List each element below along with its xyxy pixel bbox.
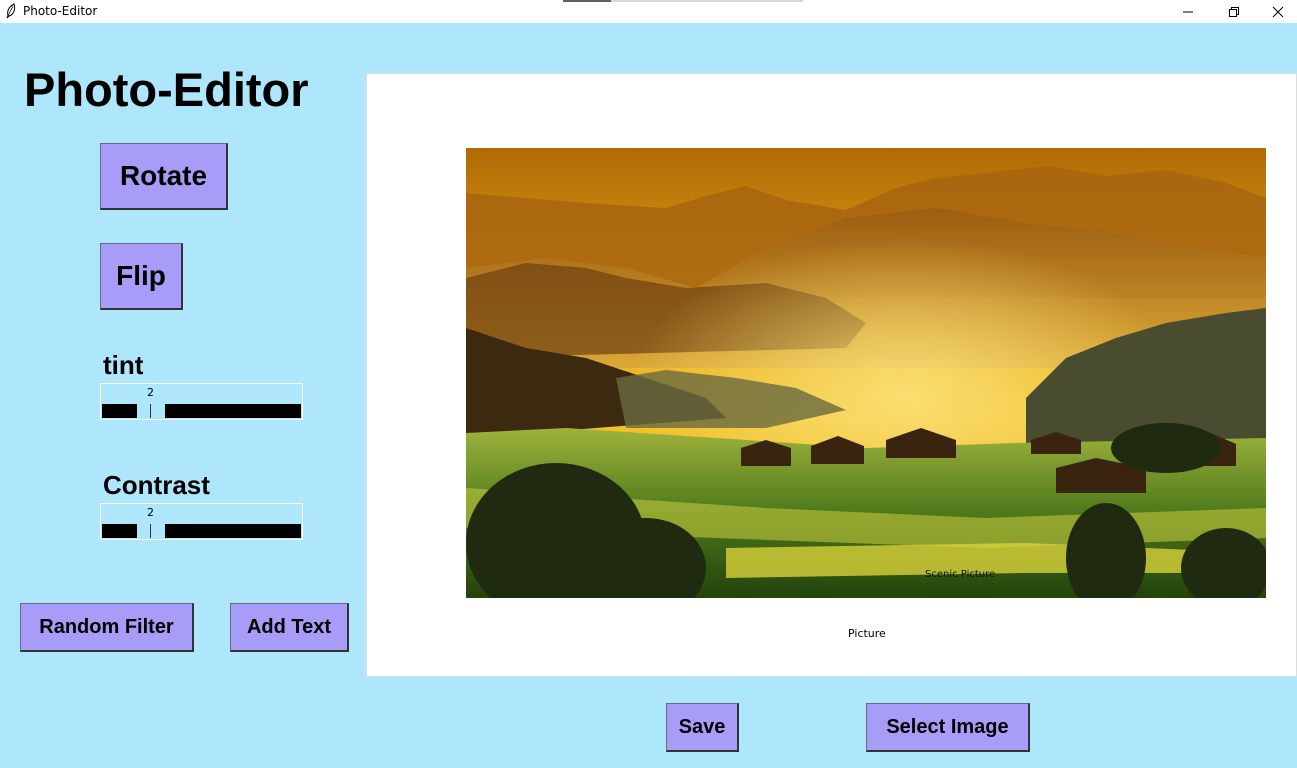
close-button[interactable]: [1255, 0, 1297, 23]
contrast-slider-trough[interactable]: [102, 524, 301, 538]
flip-button[interactable]: Flip: [100, 243, 183, 310]
select-image-button[interactable]: Select Image: [866, 703, 1030, 752]
save-button[interactable]: Save: [666, 703, 739, 752]
tint-slider-handle[interactable]: [137, 404, 165, 418]
contrast-slider[interactable]: 2: [100, 503, 303, 540]
rotate-button[interactable]: Rotate: [100, 143, 228, 210]
feather-icon: [6, 3, 16, 19]
close-icon: [1272, 6, 1284, 17]
image-caption: Scenic Picture: [925, 569, 996, 580]
restore-button[interactable]: [1211, 0, 1257, 23]
contrast-label: Contrast: [103, 470, 210, 500]
restore-icon: [1229, 6, 1239, 17]
canvas-caption: Picture: [848, 627, 886, 640]
window-titlebar: Photo-Editor: [0, 0, 1297, 23]
app-title: Photo-Editor: [24, 63, 309, 116]
tint-slider[interactable]: 2: [100, 383, 303, 420]
window-title: Photo-Editor: [23, 4, 98, 18]
random-filter-button[interactable]: Random Filter: [20, 603, 194, 652]
add-text-button[interactable]: Add Text: [230, 603, 349, 652]
tint-slider-value: 2: [147, 386, 154, 399]
tint-label: tint: [103, 350, 144, 380]
image-canvas[interactable]: Scenic Picture Picture: [366, 73, 1297, 677]
tint-slider-trough[interactable]: [102, 404, 301, 418]
load-progress: [563, 0, 803, 2]
contrast-slider-value: 2: [147, 506, 154, 519]
minimize-icon: [1183, 11, 1193, 12]
contrast-slider-handle[interactable]: [137, 524, 165, 538]
minimize-button[interactable]: [1165, 0, 1211, 23]
load-progress-fill: [563, 0, 611, 2]
landscape-photo: [466, 148, 1266, 598]
